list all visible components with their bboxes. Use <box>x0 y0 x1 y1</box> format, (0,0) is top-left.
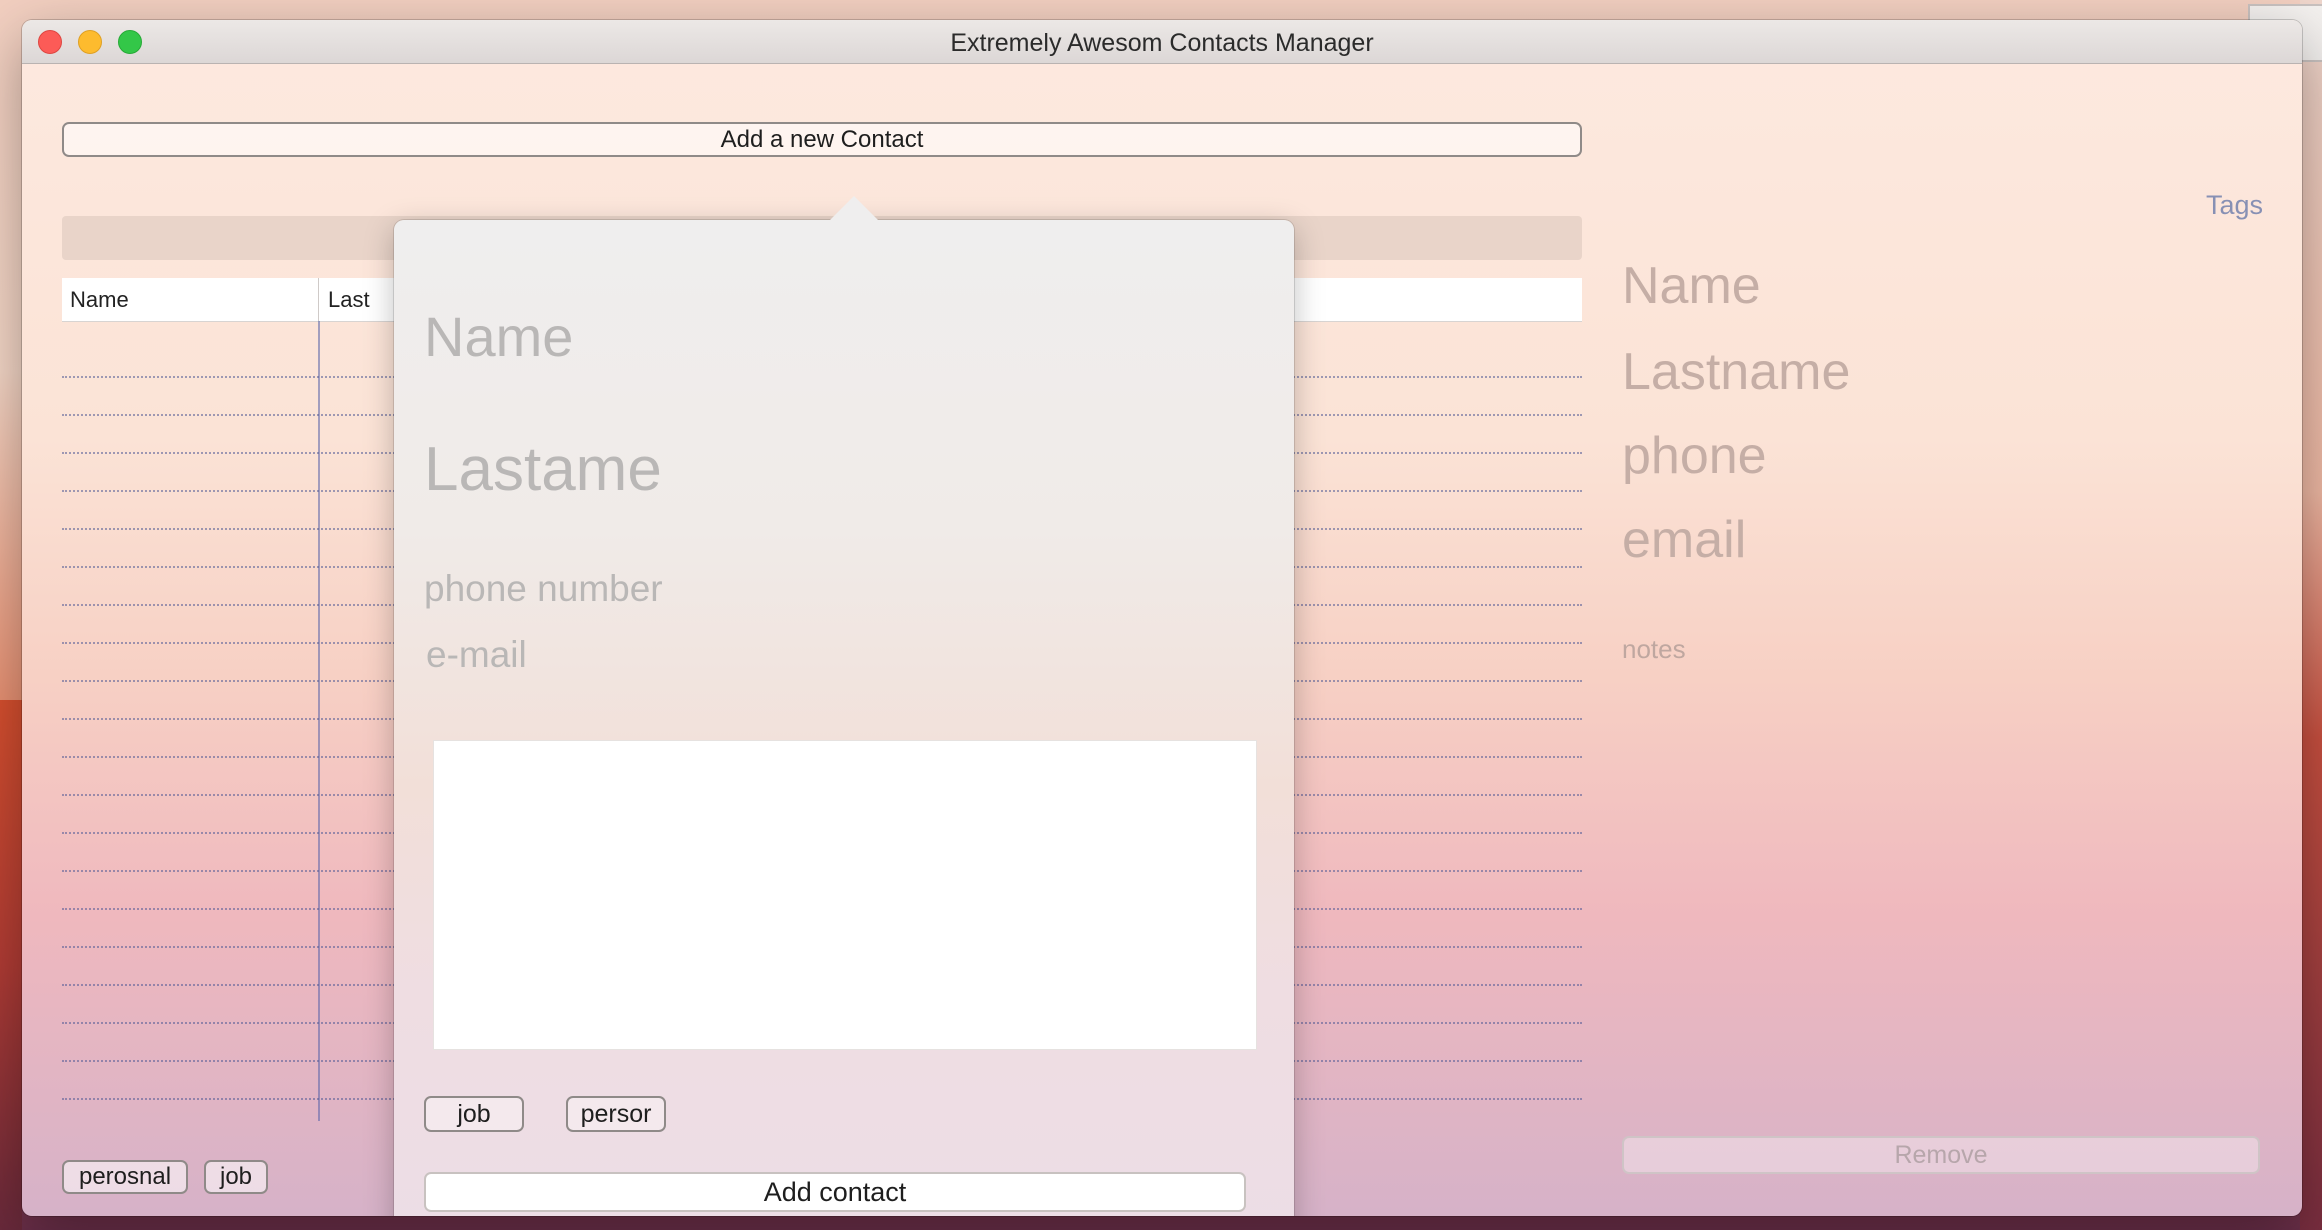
add-contact-popover: job persor Add contact <box>394 196 1294 1216</box>
remove-button[interactable]: Remove <box>1622 1136 2260 1174</box>
detail-notes: notes <box>1622 634 1686 664</box>
name-input[interactable] <box>424 304 1144 369</box>
detail-name: Name <box>1622 257 1761 315</box>
column-header-name[interactable]: Name <box>70 287 129 313</box>
column-divider[interactable] <box>318 278 319 321</box>
notes-text-area[interactable] <box>433 740 1257 1050</box>
popover-tag-job-button[interactable]: job <box>424 1096 524 1132</box>
desktop-wallpaper-right <box>2300 0 2322 1230</box>
popover-arrow <box>830 196 878 220</box>
email-input[interactable] <box>426 634 902 676</box>
phone-number-input[interactable] <box>424 568 900 610</box>
detail-phone: phone <box>1622 427 1767 485</box>
add-contact-button[interactable]: Add contact <box>424 1172 1246 1212</box>
desktop-wallpaper-left <box>0 700 22 1230</box>
add-new-contact-button[interactable]: Add a new Contact <box>62 122 1582 157</box>
column-header-last[interactable]: Last <box>328 287 370 313</box>
detail-email: email <box>1622 511 1747 569</box>
window-title: Extremely Awesom Contacts Manager <box>950 29 1374 57</box>
detail-lastname: Lastname <box>1622 343 1851 401</box>
column-separator-line <box>318 321 320 1121</box>
lastname-input[interactable] <box>424 434 1222 505</box>
popover-tag-persor-button[interactable]: persor <box>566 1096 666 1132</box>
tags-link[interactable]: Tags <box>2206 190 2263 221</box>
tag-perosnal-button[interactable]: perosnal <box>62 1160 188 1194</box>
title-bar: Extremely Awesom Contacts Manager <box>22 20 2302 64</box>
tag-job-button[interactable]: job <box>204 1160 268 1194</box>
app-window: Extremely Awesom Contacts Manager Add a … <box>22 20 2302 1216</box>
